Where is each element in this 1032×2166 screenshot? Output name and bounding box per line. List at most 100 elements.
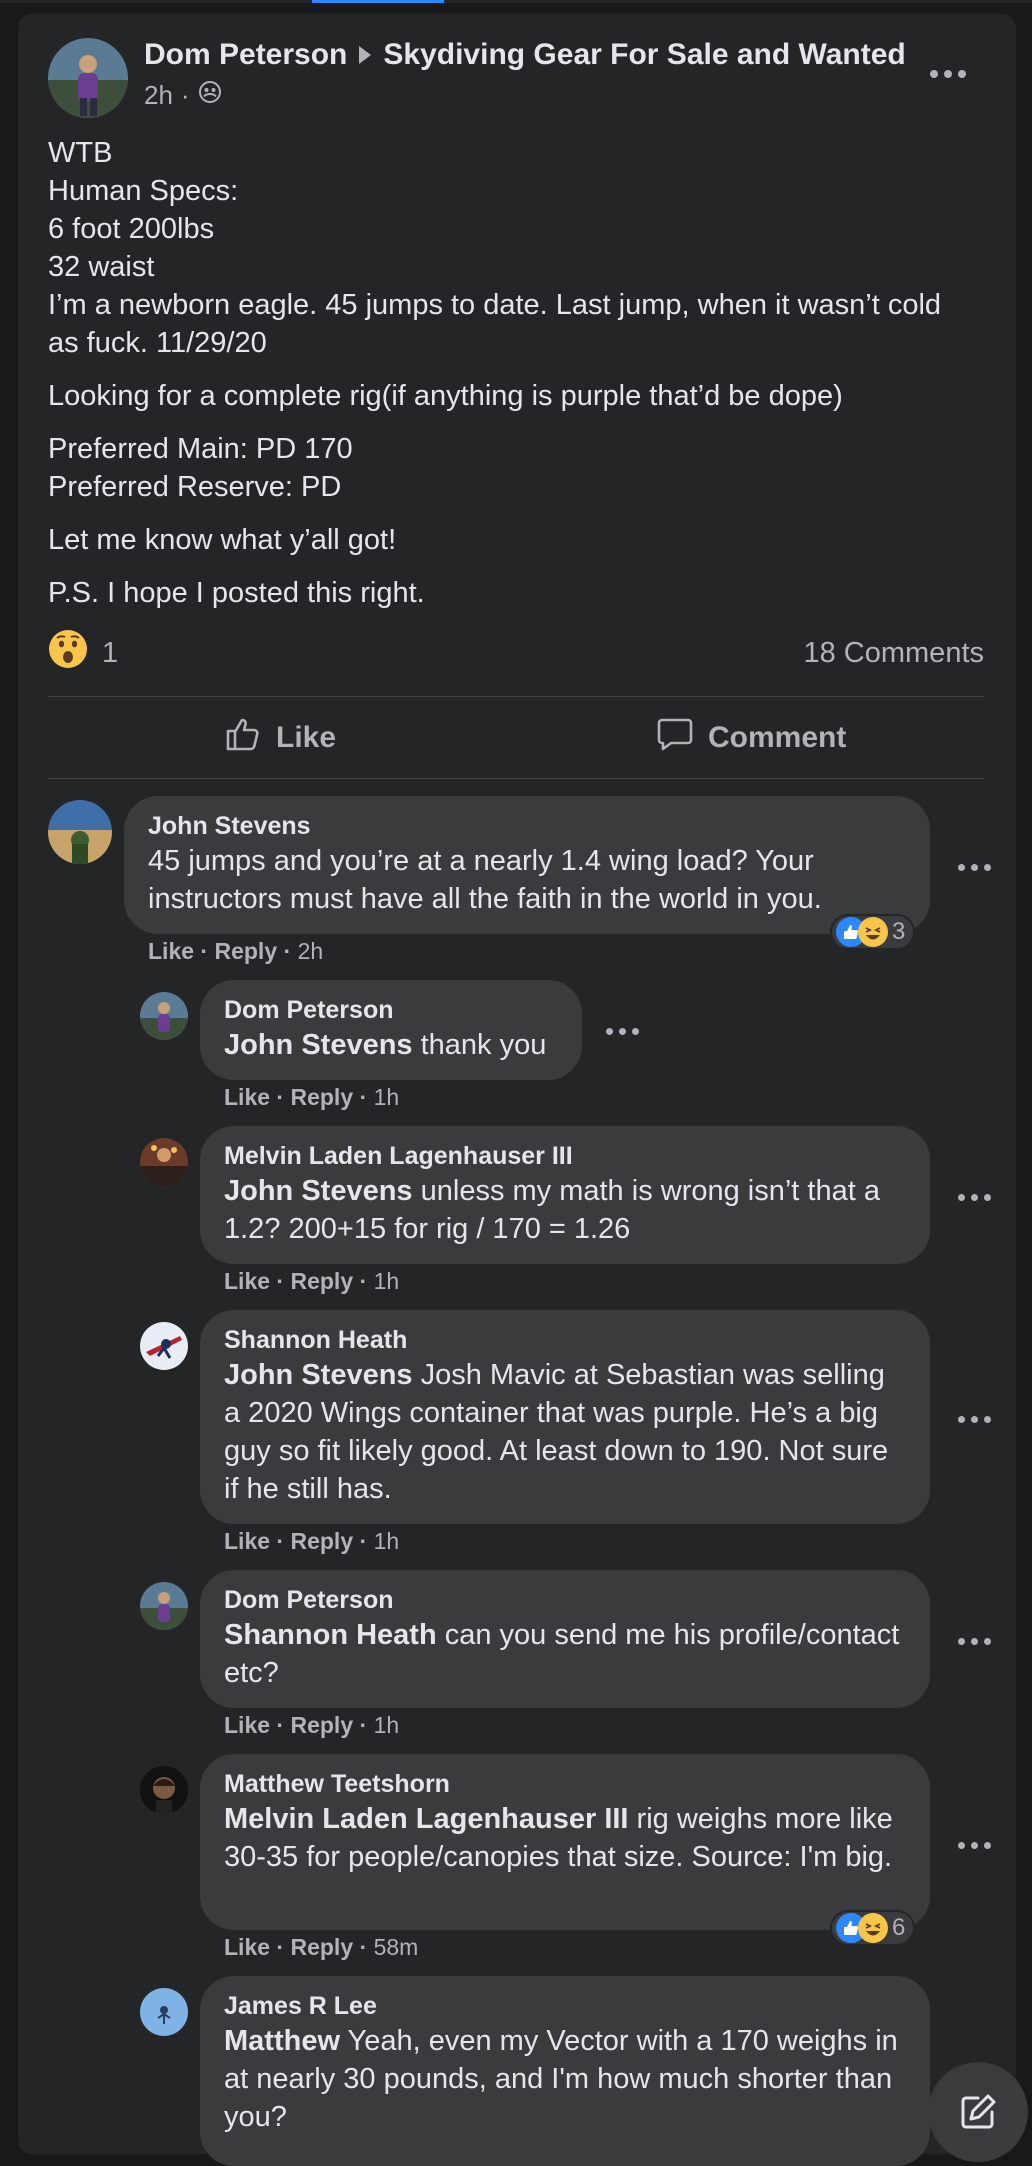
group-name[interactable]: Skydiving Gear For Sale and Wanted — [383, 38, 905, 72]
comment-actions: Like · Reply · 2h — [148, 938, 324, 964]
comment-reply-link[interactable]: Reply — [290, 1528, 353, 1554]
commenter-avatar[interactable] — [140, 1988, 188, 2036]
comment-bubble[interactable]: Melvin Laden Lagenhauser III John Steven… — [200, 1126, 930, 1264]
reaction-count: 1 — [102, 636, 119, 669]
post-meta: 2h · — [144, 80, 222, 111]
comment-text: Matthew Yeah, even my Vector with a 170 … — [224, 2022, 906, 2136]
thumbs-up-icon — [224, 715, 262, 761]
comment-text: Shannon Heath can you send me his profil… — [224, 1616, 906, 1692]
comment-time[interactable]: 58m — [374, 1934, 419, 1960]
comment-reply-link[interactable]: Reply — [290, 1934, 353, 1960]
reactions-summary: 1 18 Comments — [48, 629, 984, 677]
comment-actions: Like · Reply · 1h — [224, 1528, 400, 1554]
comment-author[interactable]: Dom Peterson — [224, 1584, 906, 1616]
comment-like-link[interactable]: Like — [224, 1934, 270, 1960]
mention-tag[interactable]: John Stevens — [224, 1029, 413, 1061]
divider — [48, 696, 984, 697]
comment-like-link[interactable]: Like — [224, 1268, 270, 1294]
post-time[interactable]: 2h — [144, 80, 173, 111]
post-header-title: Dom Peterson Skydiving Gear For Sale and… — [144, 38, 906, 72]
comment-bubble[interactable]: Dom Peterson Shannon Heath can you send … — [200, 1570, 930, 1708]
group-icon — [198, 80, 222, 111]
comment-bubble[interactable]: Shannon Heath John Stevens Josh Mavic at… — [200, 1310, 930, 1524]
haha-reaction-icon — [858, 1913, 888, 1943]
comment-icon — [656, 715, 694, 761]
post-more-options-icon[interactable] — [930, 70, 966, 78]
comment-author[interactable]: Melvin Laden Lagenhauser III — [224, 1140, 906, 1172]
reaction-count-group[interactable]: 1 — [48, 629, 118, 677]
mention-tag[interactable]: John Stevens — [224, 1359, 413, 1391]
comment-reactions[interactable]: 6 — [830, 1910, 916, 1946]
comment-more-options-icon[interactable] — [606, 1028, 639, 1035]
comment-more-options-icon[interactable] — [958, 1194, 991, 1201]
comment-more-options-icon[interactable] — [958, 1638, 991, 1645]
comment-bubble[interactable]: Dom Peterson John Stevens thank you — [200, 980, 582, 1080]
post-paragraph: P.S. I hope I posted this right. — [48, 577, 425, 609]
comment-author[interactable]: John Stevens — [148, 810, 906, 842]
comment-like-link[interactable]: Like — [224, 1528, 270, 1554]
author-name[interactable]: Dom Peterson — [144, 38, 347, 72]
author-avatar[interactable] — [48, 38, 128, 118]
meta-separator: · — [180, 80, 190, 110]
comment-reactions[interactable]: 3 — [830, 914, 916, 950]
comment-author[interactable]: Shannon Heath — [224, 1324, 906, 1356]
comment-like-link[interactable]: Like — [224, 1084, 270, 1110]
comment-more-options-icon[interactable] — [958, 1842, 991, 1849]
comment-reaction-count: 3 — [892, 918, 906, 945]
comment-like-link[interactable]: Like — [148, 938, 194, 964]
commenter-avatar[interactable] — [48, 800, 112, 864]
comment-author[interactable]: Matthew Teetshorn — [224, 1768, 906, 1800]
comment-author[interactable]: Dom Peterson — [224, 994, 558, 1026]
comment-time[interactable]: 1h — [374, 1712, 400, 1738]
comment-reaction-count: 6 — [892, 1914, 906, 1941]
comment-actions: Like · Reply · 58m — [224, 1934, 419, 1960]
comment-reply-link[interactable]: Reply — [290, 1084, 353, 1110]
mention-tag[interactable]: Melvin Laden Lagenhauser III — [224, 1803, 629, 1835]
mention-tag[interactable]: John Stevens — [224, 1175, 413, 1207]
post-paragraph: Let me know what y’all got! — [48, 524, 397, 556]
haha-reaction-icon — [858, 917, 888, 947]
group-arrow-icon — [359, 46, 372, 64]
compose-icon — [958, 2092, 998, 2137]
comment-button-label: Comment — [708, 721, 847, 754]
commenter-avatar[interactable] — [140, 1766, 188, 1814]
like-button[interactable]: Like — [224, 716, 336, 760]
comment-more-options-icon[interactable] — [958, 864, 991, 871]
comment-more-options-icon[interactable] — [958, 1416, 991, 1423]
comment-bubble[interactable]: Matthew Teetshorn Melvin Laden Lagenhaus… — [200, 1754, 930, 1930]
comment-text: John Stevens unless my math is wrong isn… — [224, 1172, 906, 1248]
comment-text-body: thank you — [412, 1029, 547, 1061]
comment-time[interactable]: 1h — [374, 1268, 400, 1294]
mention-tag[interactable]: Shannon Heath — [224, 1619, 437, 1651]
mention-tag[interactable]: Matthew — [224, 2025, 340, 2057]
commenter-avatar[interactable] — [140, 1322, 188, 1370]
comment-actions: Like · Reply · 1h — [224, 1084, 400, 1110]
post-paragraph: Looking for a complete rig(if anything i… — [48, 380, 843, 412]
comment-text: 45 jumps and you’re at a nearly 1.4 wing… — [148, 845, 822, 915]
comment-reply-link[interactable]: Reply — [214, 938, 277, 964]
comment-button[interactable]: Comment — [656, 716, 846, 760]
comment-text: John Stevens Josh Mavic at Sebastian was… — [224, 1356, 906, 1508]
comment-bubble[interactable]: James R Lee Matthew Yeah, even my Vector… — [200, 1976, 930, 2166]
comment-reply-link[interactable]: Reply — [290, 1712, 353, 1738]
post-paragraph: Preferred Main: PD 170 Preferred Reserve… — [48, 433, 353, 503]
comment-bubble[interactable]: John Stevens 45 jumps and you’re at a ne… — [124, 796, 930, 934]
compose-button[interactable] — [928, 2062, 1028, 2162]
post-body: WTB Human Specs: 6 foot 200lbs 32 waist … — [48, 134, 968, 627]
comment-time[interactable]: 1h — [374, 1084, 400, 1110]
commenter-avatar[interactable] — [140, 992, 188, 1040]
post-paragraph: WTB Human Specs: 6 foot 200lbs 32 waist … — [48, 137, 942, 359]
commenter-avatar[interactable] — [140, 1582, 188, 1630]
commenter-avatar[interactable] — [140, 1138, 188, 1186]
comments-count[interactable]: 18 Comments — [803, 637, 984, 670]
comment-reply-link[interactable]: Reply — [290, 1268, 353, 1294]
like-button-label: Like — [276, 721, 337, 754]
comment-text: John Stevens thank you — [224, 1026, 558, 1064]
wow-reaction-icon — [48, 629, 88, 677]
comment-actions: Like · Reply · 1h — [224, 1268, 400, 1294]
comment-time[interactable]: 2h — [298, 938, 324, 964]
divider — [48, 778, 984, 779]
comment-author[interactable]: James R Lee — [224, 1990, 906, 2022]
comment-time[interactable]: 1h — [374, 1528, 400, 1554]
comment-like-link[interactable]: Like — [224, 1712, 270, 1738]
